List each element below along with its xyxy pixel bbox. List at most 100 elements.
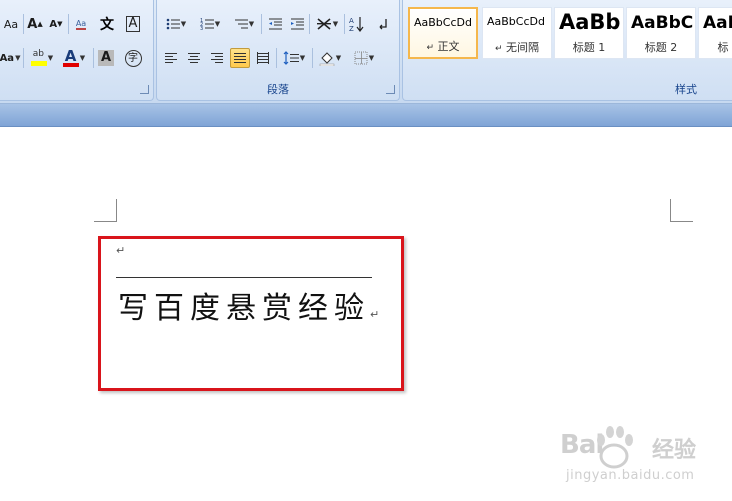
align-center-icon bbox=[188, 53, 200, 63]
decrease-indent-icon bbox=[269, 18, 282, 30]
increase-indent-button[interactable] bbox=[287, 14, 307, 34]
font-dialog-launcher[interactable] bbox=[140, 85, 149, 94]
justify-icon bbox=[234, 53, 246, 63]
enclose-characters-button[interactable]: 字 bbox=[123, 48, 143, 68]
show-hide-marks-button[interactable] bbox=[373, 14, 393, 34]
distributed-align-button[interactable] bbox=[253, 48, 273, 68]
paint-bucket-icon bbox=[319, 52, 335, 66]
separator bbox=[23, 48, 24, 68]
change-case-label: Aa bbox=[0, 52, 15, 64]
paragraph-mark-icon: ↵ bbox=[426, 43, 435, 53]
watermark-product: 经验 bbox=[652, 438, 697, 463]
align-left-icon bbox=[165, 53, 177, 63]
separator bbox=[68, 14, 69, 34]
paragraph-group: ▼ 1 2 3 ▼ ▼ ▼ AZ ▼ ▼ ▼ 段落 bbox=[156, 0, 400, 101]
paw-icon bbox=[597, 426, 633, 469]
sort-icon: AZ bbox=[349, 17, 364, 32]
align-left-button[interactable] bbox=[161, 48, 181, 68]
style-name-label: 标题 2 bbox=[644, 41, 678, 54]
margin-corner-top-left bbox=[94, 199, 117, 222]
watermark-url: jingyan.baidu.com bbox=[566, 468, 695, 483]
align-right-icon bbox=[211, 53, 223, 63]
grow-font-icon: A bbox=[27, 16, 38, 32]
character-shading-icon: A bbox=[97, 50, 115, 66]
highlight-box bbox=[98, 236, 404, 391]
style-title[interactable]: AaB 标 bbox=[698, 7, 732, 59]
distributed-align-icon bbox=[257, 52, 269, 64]
style-name-label: 正文 bbox=[437, 40, 460, 53]
style-name: ↵ 无间隔 bbox=[483, 39, 551, 55]
styles-group: AaBbCcDd ↵ 正文 AaBbCcDd ↵ 无间隔 AaBb 标题 1 A… bbox=[402, 0, 732, 101]
ribbon: Aa A ▲ A ▼ Aa 文 A Aa ▼ ab ▼ A ▼ A 字 ▼ 1 … bbox=[0, 0, 732, 104]
styles-group-label: 样式 bbox=[675, 83, 697, 96]
align-center-button[interactable] bbox=[184, 48, 204, 68]
style-no-spacing[interactable]: AaBbCcDd ↵ 无间隔 bbox=[482, 7, 552, 59]
character-shading-button[interactable]: A bbox=[96, 48, 116, 68]
numbering-button[interactable]: 1 2 3 ▼ bbox=[195, 14, 225, 34]
svg-text:Z: Z bbox=[349, 25, 354, 32]
style-sample: AaB bbox=[703, 13, 732, 33]
paragraph-group-label: 段落 bbox=[267, 83, 289, 96]
margin-corner-top-right bbox=[670, 199, 693, 222]
separator bbox=[23, 14, 24, 34]
decrease-indent-button[interactable] bbox=[265, 14, 285, 34]
style-name-label: 标 bbox=[717, 41, 729, 54]
separator bbox=[344, 14, 345, 34]
bullets-button[interactable]: ▼ bbox=[161, 14, 191, 34]
text-highlight-button[interactable]: ab ▼ bbox=[27, 48, 57, 68]
line-spacing-button[interactable]: ▼ bbox=[279, 48, 309, 68]
numbering-icon: 123 bbox=[200, 18, 214, 31]
shrink-font-button[interactable]: A ▼ bbox=[46, 14, 66, 34]
style-heading-2[interactable]: AaBbC 标题 2 bbox=[626, 7, 696, 59]
highlight-label: ab bbox=[32, 49, 45, 59]
separator bbox=[276, 48, 277, 68]
change-case-label: Aa bbox=[3, 17, 19, 31]
baidu-jingyan-watermark: Bai 经验 jingyan.baidu.com bbox=[556, 422, 726, 494]
svg-text:A: A bbox=[349, 17, 354, 25]
character-border-icon: A bbox=[125, 16, 141, 32]
font-group: Aa A ▲ A ▼ Aa 文 A Aa ▼ ab ▼ A ▼ A 字 bbox=[0, 0, 154, 101]
shrink-font-icon: A bbox=[49, 18, 58, 30]
font-color-icon: A bbox=[62, 47, 79, 67]
multilevel-list-button[interactable]: ▼ bbox=[229, 14, 259, 34]
style-heading-1[interactable]: AaBb 标题 1 bbox=[554, 7, 624, 59]
highlight-color-bar bbox=[30, 61, 47, 66]
style-sample: AaBbCcDd bbox=[414, 16, 472, 29]
paragraph-marks-icon bbox=[379, 19, 387, 30]
style-name-label: 无间隔 bbox=[506, 41, 540, 54]
change-case-button[interactable]: Aa bbox=[1, 14, 21, 34]
justify-button[interactable] bbox=[230, 48, 250, 68]
font-color-button[interactable]: A ▼ bbox=[59, 47, 89, 68]
style-name: ↵ 正文 bbox=[410, 38, 476, 54]
document-top-bar bbox=[0, 104, 732, 127]
font-color-bar bbox=[62, 63, 79, 67]
highlighter-icon: ab bbox=[30, 49, 47, 66]
chinese-layout-button[interactable]: ▼ bbox=[312, 14, 342, 34]
phonetic-guide-icon: 文 bbox=[100, 17, 114, 33]
grow-font-button[interactable]: A ▲ bbox=[25, 14, 45, 34]
bullets-icon bbox=[166, 18, 180, 30]
separator bbox=[93, 48, 94, 68]
phonetic-guide-button[interactable]: 文 bbox=[95, 14, 119, 34]
enclose-characters-icon: 字 bbox=[124, 49, 142, 67]
paragraph-dialog-launcher[interactable] bbox=[386, 85, 395, 94]
style-normal[interactable]: AaBbCcDd ↵ 正文 bbox=[408, 7, 478, 59]
style-sample: AaBbC bbox=[631, 13, 694, 33]
character-border-button[interactable]: A bbox=[123, 14, 143, 34]
style-name-label: 标题 1 bbox=[572, 41, 606, 54]
style-sample: AaBb bbox=[559, 10, 621, 34]
borders-button[interactable]: ▼ bbox=[349, 48, 379, 68]
sort-button[interactable]: AZ bbox=[347, 14, 367, 34]
separator bbox=[261, 14, 262, 34]
align-right-button[interactable] bbox=[207, 48, 227, 68]
borders-icon bbox=[354, 51, 368, 65]
separator bbox=[309, 14, 310, 34]
clear-formatting-icon: Aa bbox=[75, 18, 87, 30]
shading-button[interactable]: ▼ bbox=[315, 48, 345, 68]
line-spacing-icon bbox=[283, 51, 299, 65]
change-case-dropdown[interactable]: Aa ▼ bbox=[0, 48, 21, 68]
clear-formatting-button[interactable]: Aa bbox=[70, 14, 92, 34]
multilevel-list-icon bbox=[234, 19, 248, 29]
svg-text:3: 3 bbox=[200, 26, 203, 31]
style-sample: AaBbCcDd bbox=[487, 15, 545, 28]
